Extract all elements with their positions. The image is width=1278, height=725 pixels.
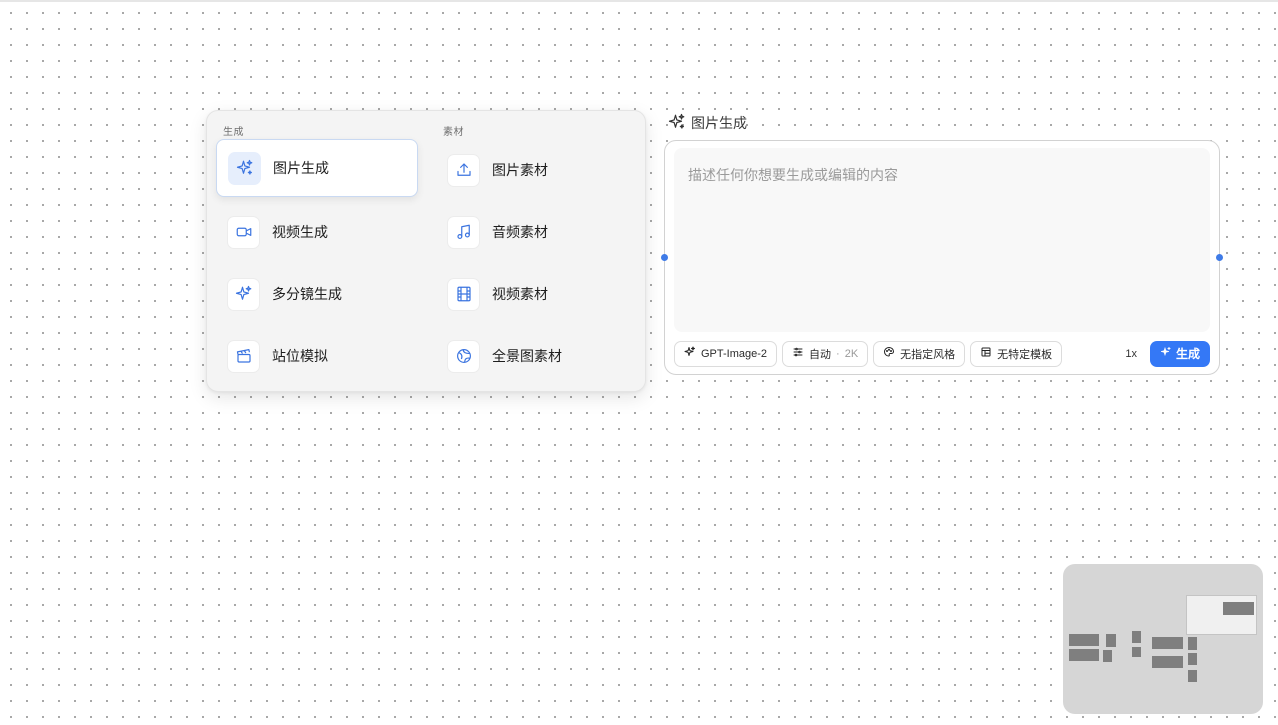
- sliders-icon: [792, 346, 804, 361]
- node-type-menu: 生成 素材 图片生成 视频生成 多分镜生成 站位模拟 图片素材 音频素材 视频素…: [206, 110, 646, 392]
- model-icon: [684, 346, 696, 361]
- globe-icon: [447, 339, 480, 373]
- menu-item-image-generation[interactable]: 图片生成: [216, 139, 418, 197]
- template-label: 无特定模板: [997, 348, 1053, 361]
- generate-section-title: 生成: [223, 127, 244, 138]
- node-toolbar: GPT-Image-2 自动 · 2K 无指定风格 无特定模板 1x 生成: [674, 340, 1210, 367]
- image-generation-node[interactable]: GPT-Image-2 自动 · 2K: [661, 140, 1223, 375]
- resolution-label: 2K: [844, 347, 859, 360]
- generate-button[interactable]: 生成: [1149, 340, 1210, 367]
- minimap-node: [1152, 656, 1183, 668]
- model-selector[interactable]: GPT-Image-2: [674, 340, 778, 367]
- menu-item-label: 多分镜生成: [272, 286, 342, 302]
- minimap-node: [1069, 649, 1099, 661]
- menu-item-label: 全景图素材: [492, 348, 562, 364]
- minimap-node: [1188, 637, 1197, 650]
- size-selector[interactable]: 自动 · 2K: [782, 340, 869, 367]
- template-icon: [980, 346, 992, 361]
- upload-icon: [447, 153, 480, 187]
- menu-item-blocking-simulation[interactable]: 站位模拟: [216, 327, 418, 385]
- node-title: 图片生成: [668, 113, 747, 133]
- minimap-node: [1188, 653, 1197, 665]
- menu-item-label: 站位模拟: [272, 348, 328, 364]
- left-connection-handle[interactable]: [661, 254, 668, 261]
- minimap-node: [1069, 634, 1099, 646]
- video-camera-icon: [227, 215, 260, 249]
- right-connection-handle[interactable]: [1216, 254, 1223, 261]
- count-selector[interactable]: 1x: [1125, 348, 1137, 360]
- minimap-viewport[interactable]: [1186, 595, 1257, 635]
- minimap-node: [1188, 670, 1197, 682]
- film-icon: [447, 277, 480, 311]
- minimap-node: [1132, 631, 1141, 643]
- minimap[interactable]: [1063, 564, 1263, 714]
- size-separator: ·: [836, 347, 840, 360]
- menu-item-video-generation[interactable]: 视频生成: [216, 203, 418, 261]
- assets-section-title: 素材: [443, 127, 464, 138]
- menu-item-storyboard-generation[interactable]: 多分镜生成: [216, 265, 418, 323]
- menu-item-label: 视频生成: [272, 224, 328, 240]
- model-label: GPT-Image-2: [701, 347, 768, 360]
- size-mode-label: 自动: [809, 348, 832, 361]
- prompt-input[interactable]: [674, 148, 1210, 332]
- menu-item-panorama-assets[interactable]: 全景图素材: [436, 327, 638, 385]
- menu-item-label: 音频素材: [492, 224, 548, 240]
- palette-icon: [883, 346, 895, 361]
- minimap-node: [1223, 602, 1254, 615]
- menu-item-label: 图片素材: [492, 162, 548, 178]
- menu-item-image-assets[interactable]: 图片素材: [436, 141, 638, 199]
- template-selector[interactable]: 无特定模板: [970, 340, 1063, 367]
- sparkle-icon: [228, 151, 261, 185]
- minimap-node: [1132, 647, 1141, 657]
- sparkle-icon: [227, 277, 260, 311]
- style-label: 无指定风格: [900, 348, 956, 361]
- music-note-icon: [447, 215, 480, 249]
- menu-item-label: 图片生成: [273, 160, 329, 176]
- sparkle-icon: [1160, 346, 1172, 361]
- minimap-node: [1106, 634, 1116, 647]
- clapperboard-icon: [227, 339, 260, 373]
- minimap-node: [1152, 637, 1183, 649]
- menu-item-video-assets[interactable]: 视频素材: [436, 265, 638, 323]
- sparkle-icon: [668, 113, 686, 134]
- generate-label: 生成: [1175, 347, 1200, 361]
- menu-item-audio-assets[interactable]: 音频素材: [436, 203, 638, 261]
- minimap-node: [1103, 650, 1112, 662]
- style-selector[interactable]: 无指定风格: [873, 340, 966, 367]
- top-border: [0, 0, 1278, 2]
- menu-item-label: 视频素材: [492, 286, 548, 302]
- node-title-text: 图片生成: [691, 115, 747, 131]
